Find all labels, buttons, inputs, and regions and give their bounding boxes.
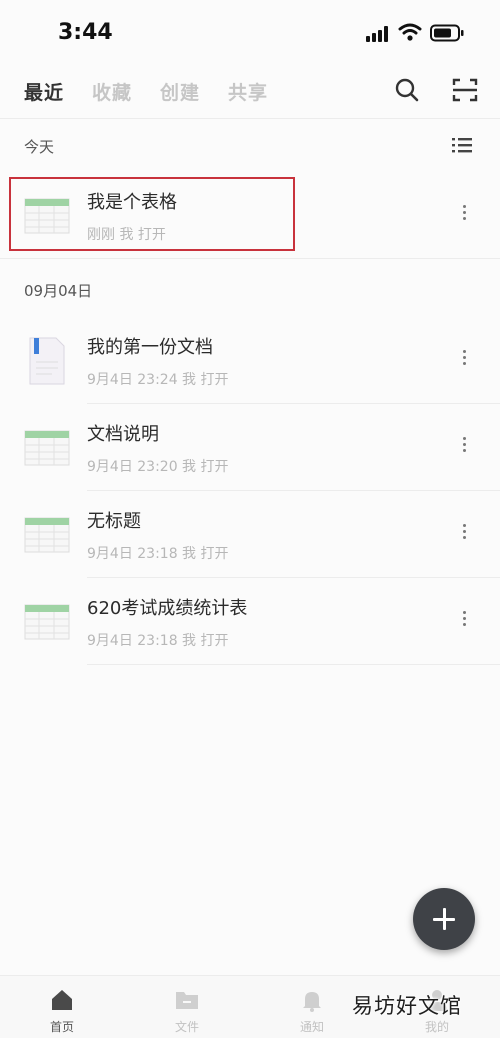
scan-icon[interactable] — [451, 76, 479, 104]
nav-label: 首页 — [49, 1020, 74, 1034]
row-divider — [0, 258, 500, 259]
file-name: 无标题 — [87, 511, 141, 532]
file-name: 我的第一份文档 — [87, 337, 213, 358]
nav-files[interactable]: 文件 — [142, 976, 232, 1038]
wifi-icon — [398, 23, 422, 41]
nav-label: 我的 — [424, 1020, 449, 1034]
folder-icon — [176, 992, 198, 1009]
row-divider — [87, 664, 500, 665]
file-meta: 9月4日 23:18 我 打开 — [87, 546, 229, 562]
document-icon — [29, 337, 65, 385]
section-title-date: 09月04日 — [24, 282, 93, 300]
file-row[interactable]: 620考试成绩统计表 9月4日 23:18 我 打开 — [0, 579, 500, 665]
row-divider — [87, 577, 500, 578]
more-options-icon[interactable] — [452, 435, 476, 461]
status-time: 3:44 — [58, 20, 113, 45]
nav-notifications[interactable]: 通知 — [267, 976, 357, 1038]
file-meta: 9月4日 23:18 我 打开 — [87, 633, 229, 649]
spreadsheet-icon — [24, 430, 70, 466]
spreadsheet-icon — [24, 604, 70, 640]
top-tab-bar: 最近 收藏 创建 共享 — [0, 66, 500, 118]
search-icon[interactable] — [393, 76, 421, 104]
file-row[interactable]: 文档说明 9月4日 23:20 我 打开 — [0, 405, 500, 491]
file-row[interactable]: 我的第一份文档 9月4日 23:24 我 打开 — [0, 318, 500, 404]
watermark: 易坊好文馆 — [352, 994, 462, 1018]
home-icon — [52, 990, 72, 1010]
file-meta: 9月4日 23:20 我 打开 — [87, 459, 229, 475]
more-options-icon[interactable] — [452, 609, 476, 635]
more-options-icon[interactable] — [452, 203, 476, 229]
file-name: 620考试成绩统计表 — [87, 598, 248, 619]
highlight-box — [9, 177, 295, 251]
tab-created[interactable]: 创建 — [160, 78, 200, 105]
row-divider — [87, 490, 500, 491]
tab-shared[interactable]: 共享 — [228, 78, 268, 105]
status-bar: 3:44 — [0, 0, 500, 66]
header-divider — [0, 118, 500, 119]
spreadsheet-icon — [24, 517, 70, 553]
list-view-icon[interactable] — [451, 135, 473, 155]
tab-recent[interactable]: 最近 — [24, 78, 64, 105]
nav-label: 通知 — [299, 1020, 324, 1034]
nav-home[interactable]: 首页 — [17, 976, 107, 1038]
file-meta: 9月4日 23:24 我 打开 — [87, 372, 229, 388]
row-divider — [87, 403, 500, 404]
more-options-icon[interactable] — [452, 522, 476, 548]
bell-icon — [303, 992, 321, 1012]
section-title-today: 今天 — [24, 138, 55, 156]
add-button[interactable] — [413, 888, 475, 950]
signal-icon — [366, 26, 388, 42]
nav-label: 文件 — [174, 1020, 199, 1034]
tab-favorites[interactable]: 收藏 — [92, 78, 132, 105]
file-row[interactable]: 无标题 9月4日 23:18 我 打开 — [0, 492, 500, 578]
battery-icon — [430, 24, 464, 42]
more-options-icon[interactable] — [452, 348, 476, 374]
file-name: 文档说明 — [87, 424, 159, 445]
